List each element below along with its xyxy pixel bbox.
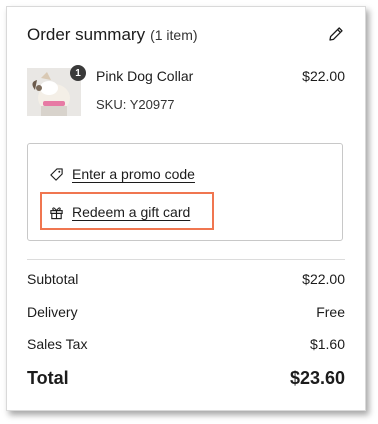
divider <box>27 259 345 260</box>
quantity-badge: 1 <box>70 65 86 81</box>
delivery-label: Delivery <box>27 304 78 320</box>
delivery-row: Delivery Free <box>27 304 345 324</box>
tag-icon <box>50 167 63 181</box>
total-value: $23.60 <box>289 368 345 388</box>
product-name: Pink Dog Collar <box>96 68 194 84</box>
subtotal-row: Subtotal $22.00 <box>27 271 345 291</box>
order-summary-card: Order summary (1 item) 1 Pink Dog Collar… <box>6 6 366 411</box>
subtotal-label: Subtotal <box>27 271 79 287</box>
promo-code-label: Enter a promo code <box>72 166 195 182</box>
gift-card-label: Redeem a gift card <box>72 204 191 220</box>
enter-promo-code-link[interactable]: Enter a promo code <box>49 166 195 182</box>
pencil-icon[interactable] <box>327 25 345 43</box>
sales-tax-row: Sales Tax $1.60 <box>27 336 345 356</box>
order-summary-header: Order summary (1 item) <box>27 23 345 47</box>
sales-tax-label: Sales Tax <box>27 336 88 352</box>
delivery-value: Free <box>316 304 345 320</box>
subtotal-value: $22.00 <box>302 271 345 287</box>
product-sku: SKU: Y20977 <box>96 97 175 112</box>
total-row: Total $23.60 <box>27 368 345 394</box>
cart-item: 1 Pink Dog Collar SKU: Y20977 $22.00 <box>27 65 345 118</box>
redeem-gift-card-link[interactable]: Redeem a gift card <box>49 204 190 220</box>
gift-icon <box>50 206 63 219</box>
promo-section: Enter a promo code Redeem a gift card <box>27 143 343 241</box>
total-label: Total <box>27 368 69 388</box>
item-count: (1 item) <box>150 27 198 43</box>
order-summary-title: Order summary <box>27 25 146 44</box>
product-price: $22.00 <box>302 68 345 84</box>
sales-tax-value: $1.60 <box>309 336 345 352</box>
